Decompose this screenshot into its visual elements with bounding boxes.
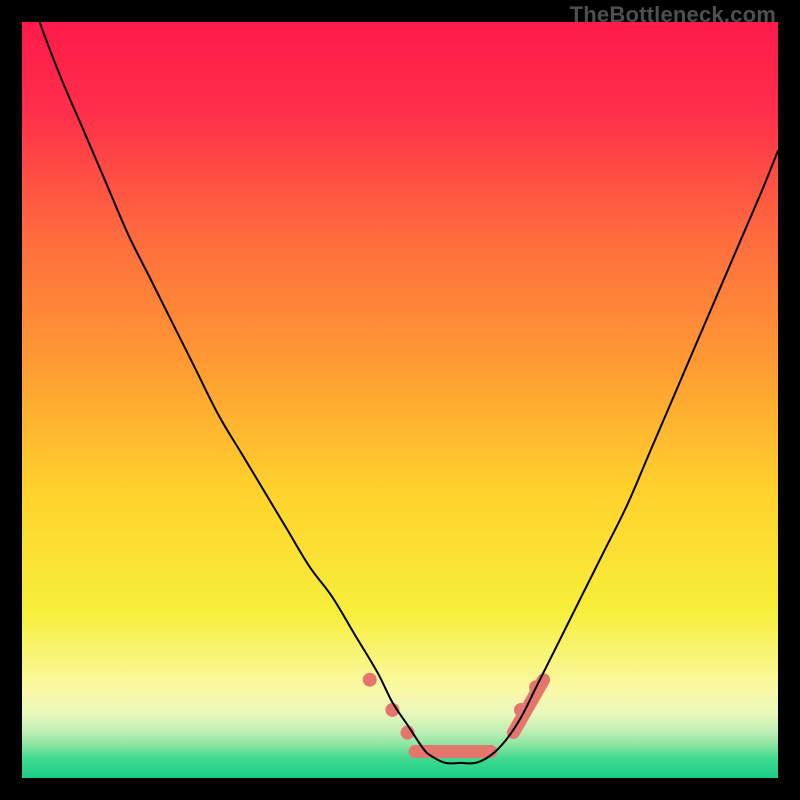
chart-plot (22, 22, 778, 778)
watermark-text: TheBottleneck.com (570, 2, 776, 28)
bottleneck-curve (22, 0, 778, 763)
marker-dot (363, 673, 377, 687)
marker-layer (363, 673, 544, 752)
